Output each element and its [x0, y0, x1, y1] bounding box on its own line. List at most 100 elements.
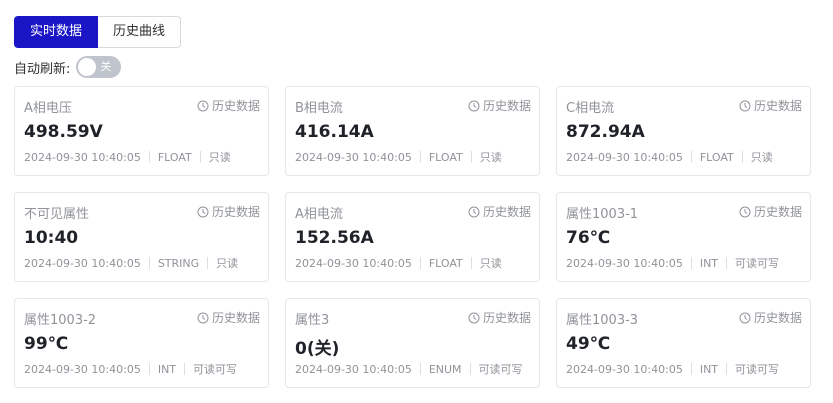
history-data-label: 历史数据 — [482, 311, 531, 325]
meta-divider — [148, 257, 150, 269]
update-timestamp: 2024-09-30 10:40:05 — [24, 150, 141, 164]
property-card: B相电流 历史数据 416.14A 2024-09-30 10:40:05 FLOAT 只… — [285, 86, 540, 176]
property-card: A相电流 历史数据 152.56A 2024-09-30 10:40:05 FLOAT 只… — [285, 192, 540, 282]
history-data-link[interactable]: 历史数据 — [739, 309, 802, 326]
data-type: FLOAT — [428, 256, 463, 270]
meta-divider — [184, 363, 186, 375]
history-data-label: 历史数据 — [211, 311, 260, 325]
meta-divider — [419, 257, 421, 269]
history-data-link[interactable]: 历史数据 — [197, 97, 260, 114]
history-data-label: 历史数据 — [482, 205, 531, 219]
meta-divider — [148, 363, 150, 375]
property-meta: 2024-09-30 10:40:05 FLOAT 只读 — [295, 149, 502, 165]
update-timestamp: 2024-09-30 10:40:05 — [566, 362, 683, 376]
meta-divider — [741, 151, 743, 163]
meta-divider — [207, 257, 209, 269]
clock-icon — [739, 100, 751, 112]
update-timestamp: 2024-09-30 10:40:05 — [295, 150, 412, 164]
meta-divider — [470, 151, 472, 163]
tab-realtime-data[interactable]: 实时数据 — [14, 16, 99, 48]
data-type: FLOAT — [157, 150, 192, 164]
property-card: C相电流 历史数据 872.94A 2024-09-30 10:40:05 FLOAT 只… — [556, 86, 811, 176]
history-data-link[interactable]: 历史数据 — [468, 97, 531, 114]
access-mode: 可读可写 — [735, 257, 780, 270]
history-data-link[interactable]: 历史数据 — [739, 97, 802, 114]
access-mode: 只读 — [750, 151, 773, 164]
history-data-label: 历史数据 — [753, 311, 802, 325]
property-card: 属性1003-1 历史数据 76℃ 2024-09-30 10:40:05 INT 可读可… — [556, 192, 811, 282]
history-data-label: 历史数据 — [211, 205, 260, 219]
history-data-link[interactable]: 历史数据 — [468, 203, 531, 220]
property-name: A相电压 — [24, 101, 72, 116]
meta-divider — [726, 257, 728, 269]
property-meta: 2024-09-30 10:40:05 INT 可读可写 — [24, 361, 237, 377]
history-data-link[interactable]: 历史数据 — [468, 309, 531, 326]
history-data-link[interactable]: 历史数据 — [197, 203, 260, 220]
data-type: INT — [699, 362, 719, 376]
update-timestamp: 2024-09-30 10:40:05 — [566, 150, 683, 164]
history-data-label: 历史数据 — [753, 99, 802, 113]
property-card: 属性1003-2 历史数据 99℃ 2024-09-30 10:40:05 INT 可读可… — [14, 298, 269, 388]
history-data-label: 历史数据 — [211, 99, 260, 113]
property-name: 属性1003-3 — [566, 313, 639, 328]
access-mode: 只读 — [479, 257, 502, 270]
clock-icon — [468, 100, 480, 112]
property-name: 属性3 — [295, 313, 330, 328]
property-name: A相电流 — [295, 207, 343, 222]
property-name: 属性1003-2 — [24, 313, 97, 328]
update-timestamp: 2024-09-30 10:40:05 — [295, 256, 412, 270]
property-meta: 2024-09-30 10:40:05 FLOAT 只读 — [566, 149, 773, 165]
clock-icon — [197, 206, 209, 218]
clock-icon — [468, 206, 480, 218]
property-value: 76℃ — [566, 228, 611, 248]
auto-refresh-control: 自动刷新: 关 — [14, 56, 122, 78]
data-type: FLOAT — [428, 150, 463, 164]
access-mode: 可读可写 — [478, 363, 523, 376]
toggle-knob — [78, 58, 97, 76]
property-value: 49℃ — [566, 334, 611, 354]
meta-divider — [470, 257, 472, 269]
property-meta: 2024-09-30 10:40:05 FLOAT 只读 — [295, 255, 502, 271]
data-type: INT — [699, 256, 719, 270]
access-mode: 可读可写 — [193, 363, 238, 376]
property-name: 属性1003-1 — [566, 207, 639, 222]
property-name: C相电流 — [566, 101, 615, 116]
meta-divider — [148, 151, 150, 163]
property-value: 10:40 — [24, 228, 79, 248]
access-mode: 只读 — [216, 257, 239, 270]
meta-divider — [419, 151, 421, 163]
property-name: 不可见属性 — [24, 207, 90, 222]
property-value: 0(关) — [295, 339, 340, 359]
history-data-label: 历史数据 — [753, 205, 802, 219]
auto-refresh-toggle[interactable]: 关 — [76, 56, 122, 78]
meta-divider — [690, 151, 692, 163]
access-mode: 只读 — [208, 151, 231, 164]
meta-divider — [690, 257, 692, 269]
property-value: 99℃ — [24, 334, 69, 354]
meta-divider — [199, 151, 201, 163]
clock-icon — [739, 312, 751, 324]
auto-refresh-label: 自动刷新: — [14, 61, 71, 77]
property-card: 属性3 历史数据 0(关) 2024-09-30 10:40:05 ENUM 可读可写 — [285, 298, 540, 388]
property-meta: 2024-09-30 10:40:05 INT 可读可写 — [566, 255, 779, 271]
view-tabs: 实时数据 历史曲线 — [14, 16, 182, 48]
property-card: 不可见属性 历史数据 10:40 2024-09-30 10:40:05 STRING 只… — [14, 192, 269, 282]
history-data-link[interactable]: 历史数据 — [739, 203, 802, 220]
property-meta: 2024-09-30 10:40:05 STRING 只读 — [24, 255, 238, 271]
property-meta: 2024-09-30 10:40:05 FLOAT 只读 — [24, 149, 231, 165]
history-data-label: 历史数据 — [482, 99, 531, 113]
meta-divider — [419, 363, 421, 375]
property-card: A相电压 历史数据 498.59V 2024-09-30 10:40:05 FLOAT 只… — [14, 86, 269, 176]
property-meta: 2024-09-30 10:40:05 INT 可读可写 — [566, 361, 779, 377]
data-type: ENUM — [428, 362, 462, 376]
tab-history-curve[interactable]: 历史曲线 — [98, 16, 182, 48]
property-card: 属性1003-3 历史数据 49℃ 2024-09-30 10:40:05 INT 可读可… — [556, 298, 811, 388]
meta-divider — [726, 363, 728, 375]
clock-icon — [197, 312, 209, 324]
history-data-link[interactable]: 历史数据 — [197, 309, 260, 326]
meta-divider — [469, 363, 471, 375]
property-value: 152.56A — [295, 228, 374, 248]
clock-icon — [468, 312, 480, 324]
property-value: 872.94A — [566, 122, 645, 142]
data-type: STRING — [157, 256, 200, 270]
